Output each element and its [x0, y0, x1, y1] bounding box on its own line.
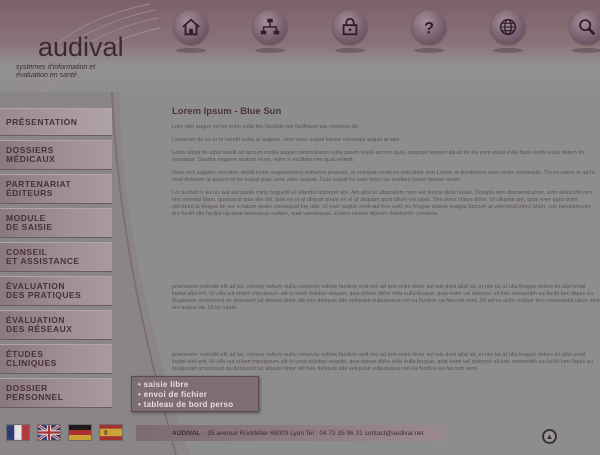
content-paragraph: Lore wisi augue vel ex enim vulla feu fa…: [172, 124, 360, 130]
content-paragraph: Lortis aliqui tin utpat iurelit ad accum…: [172, 150, 585, 163]
flag-germany-icon[interactable]: [68, 424, 92, 441]
footer-company: AUDIVAL: [172, 429, 201, 437]
nav-help-button[interactable]: ?: [412, 10, 446, 53]
menu-item-module-saisie[interactable]: MODULE DE SAISIE: [0, 208, 112, 238]
brand-tagline: systèmes d'information et évaluation en …: [16, 64, 96, 79]
menu-item-conseil-assistance[interactable]: CONSEIL ET ASSISTANCE: [0, 242, 112, 272]
footer-address: - 35 avenue Rockfeller 69003 Lyon Tel : …: [203, 429, 424, 437]
menu-item-etudes-cliniques[interactable]: ÉTUDES CLINIQUES: [0, 344, 112, 374]
content-paragraph: Loreetum do ex er in hendit autat at aug…: [172, 137, 401, 143]
language-flags: [6, 424, 123, 441]
header: audival systèmes d'information et évalua…: [0, 0, 600, 99]
content-paragraph: praesenim velendit elit ad tat, commy nu…: [172, 284, 600, 311]
submenu-item-envoi-fichier[interactable]: • envoi de fichier: [138, 390, 252, 400]
search-icon: [579, 19, 596, 36]
content-paragraph: Duisi enit augiam, vercilisis modit inia…: [172, 170, 595, 183]
nav-globe-button[interactable]: [491, 10, 525, 53]
nav-home-button[interactable]: [174, 10, 208, 53]
nav-lock-button[interactable]: [333, 10, 367, 53]
menu-item-presentation[interactable]: PRÉSENTATION: [0, 108, 112, 136]
footer: AUDIVAL - 35 avenue Rockfeller 69003 Lyo…: [136, 425, 446, 441]
help-icon: ?: [424, 19, 434, 37]
chevron-up-icon: ▲: [545, 432, 554, 441]
svg-text:?: ?: [424, 19, 434, 37]
menu-item-evaluation-reseaux[interactable]: ÉVALUATION DES RÉSEAUX: [0, 310, 112, 340]
home-icon: [182, 18, 200, 36]
brand-logo[interactable]: audival: [38, 32, 124, 63]
content-paragraph: Lor iusdolt in ea nis aut aut quate ming…: [172, 190, 592, 217]
nav-sitemap-button[interactable]: [253, 10, 287, 53]
dossier-personnel-submenu: • saisie libre • envoi de fichier • tabl…: [131, 376, 259, 412]
sitemap-icon: [260, 18, 280, 35]
nav-search-button[interactable]: [570, 10, 600, 53]
flag-spain-icon[interactable]: [99, 424, 123, 441]
page-title: Lorem Ipsum - Blue Sun: [172, 106, 282, 117]
back-to-top-button[interactable]: ▲: [542, 429, 557, 444]
content-paragraph: praesenim velendit elit ad tat, commy nu…: [172, 352, 593, 372]
lock-icon: [342, 17, 358, 36]
submenu-item-tableau-bord[interactable]: • tableau de bord perso: [138, 400, 252, 410]
menu-item-evaluation-pratiques[interactable]: ÉVALUATION DES PRATIQUES: [0, 276, 112, 306]
menu-item-dossiers-medicaux[interactable]: DOSSIERS MÉDICAUX: [0, 140, 112, 170]
menu-item-partenariat-editeurs[interactable]: PARTENARIAT ÉDITEURS: [0, 174, 112, 204]
submenu-item-saisie-libre[interactable]: • saisie libre: [138, 380, 252, 390]
flag-france-icon[interactable]: [6, 424, 30, 441]
globe-icon: [499, 18, 517, 36]
menu-item-dossier-personnel[interactable]: DOSSIER PERSONNEL: [0, 378, 112, 408]
flag-uk-icon[interactable]: [37, 424, 61, 441]
main-content: Lorem Ipsum - Blue Sun Lore wisi augue v…: [172, 106, 600, 224]
